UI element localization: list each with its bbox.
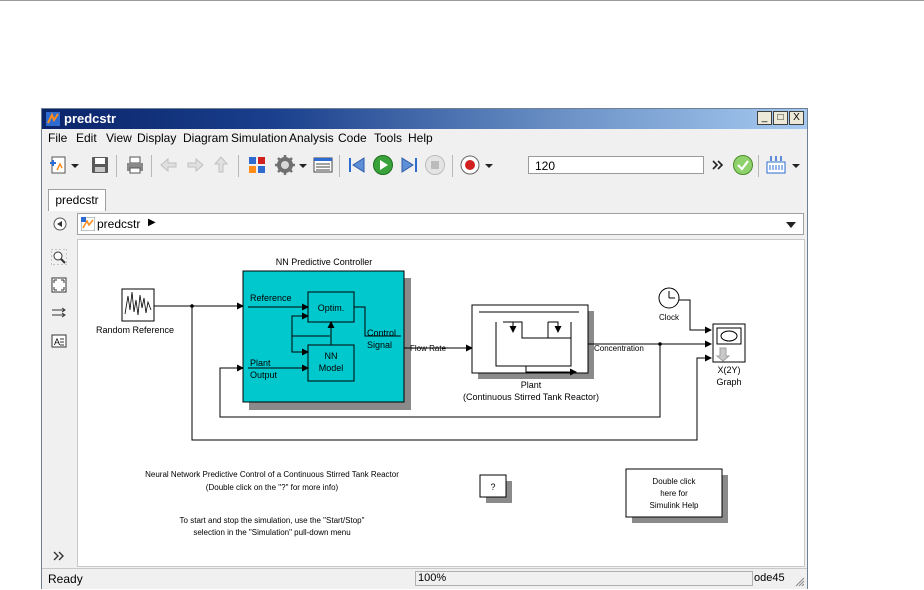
control-label-2: Signal	[367, 340, 392, 350]
up-icon[interactable]	[210, 154, 232, 176]
status-bar: Ready 100% ode45	[42, 568, 807, 589]
info-help-label: ?	[490, 482, 495, 492]
zoom-level: 100%	[415, 571, 753, 586]
route-lines-icon[interactable]	[51, 305, 67, 321]
maximize-button[interactable]: □	[773, 111, 788, 125]
menu-help[interactable]: Help	[408, 131, 433, 145]
toolbar-separator	[116, 155, 117, 177]
check-icon[interactable]	[732, 154, 754, 176]
concentration-label: Concentration	[594, 344, 644, 353]
dropdown-arrow-icon[interactable]	[70, 154, 80, 176]
menu-edit[interactable]: Edit	[76, 131, 97, 145]
nn-model-label-2: Model	[319, 363, 344, 373]
menu-view[interactable]: View	[106, 131, 132, 145]
run-icon[interactable]	[372, 154, 394, 176]
title-bar[interactable]: predcstr _ □ X	[42, 109, 807, 129]
zoom-icon[interactable]	[51, 249, 67, 265]
forward-icon[interactable]	[184, 154, 206, 176]
plant-sublabel: (Continuous Stirred Tank Reactor)	[463, 392, 599, 402]
random-reference-label: Random Reference	[96, 325, 174, 335]
toolbar-separator	[339, 155, 340, 177]
step-forward-icon[interactable]	[398, 154, 420, 176]
chevron-down-icon[interactable]	[786, 221, 796, 229]
minimize-button[interactable]: _	[757, 111, 772, 125]
clock-label: Clock	[659, 313, 680, 322]
reference-label: Reference	[250, 293, 292, 303]
model-explorer-icon[interactable]	[312, 154, 334, 176]
plant-output-label-1: Plant	[250, 358, 271, 368]
breadcrumb-arrow-icon[interactable]: ▶	[148, 217, 156, 228]
stop-icon[interactable]	[424, 154, 446, 176]
dropdown-arrow-icon[interactable]	[791, 154, 801, 176]
more-icon[interactable]	[712, 154, 724, 176]
control-label-1: Control	[367, 328, 396, 338]
model-config-icon[interactable]	[274, 154, 296, 176]
step-back-icon[interactable]	[346, 154, 368, 176]
fit-view-icon[interactable]	[51, 277, 67, 293]
note-title: Neural Network Predictive Control of a C…	[145, 470, 399, 479]
clock-line	[679, 299, 712, 334]
left-palette: A	[42, 237, 76, 569]
build-icon[interactable]	[765, 154, 787, 176]
plant-label: Plant	[521, 380, 542, 390]
svg-text:A: A	[54, 337, 60, 347]
block-diagram: NN Predictive Controller Optim. NN Model…	[96, 257, 746, 537]
menu-simulation[interactable]: Simulation	[231, 131, 287, 145]
library-browser-icon[interactable]	[246, 154, 268, 176]
new-model-icon[interactable]	[48, 154, 70, 176]
window-title: predcstr	[64, 111, 117, 126]
note-start-stop: To start and stop the simulation, use th…	[180, 516, 365, 525]
nn-model-label-1: NN	[325, 351, 338, 361]
menu-diagram[interactable]: Diagram	[183, 131, 228, 145]
menu-display[interactable]: Display	[137, 131, 176, 145]
note-info: (Double click on the "?" for more info)	[206, 483, 339, 492]
breadcrumb-model[interactable]: predcstr	[97, 217, 140, 231]
status-text: Ready	[48, 572, 83, 586]
xy-graph-label-1: X(2Y)	[717, 365, 740, 375]
screen-top-line	[0, 0, 924, 1]
back-icon[interactable]	[158, 154, 180, 176]
address-row: predcstr ▶	[42, 211, 807, 237]
toolbar-separator	[758, 155, 759, 177]
close-button[interactable]: X	[789, 111, 804, 125]
menu-analysis[interactable]: Analysis	[289, 131, 334, 145]
annotation-icon[interactable]: A	[51, 333, 67, 349]
help-box-line-3: Simulink Help	[650, 501, 699, 510]
menu-tools[interactable]: Tools	[374, 131, 402, 145]
expand-palette-icon[interactable]	[52, 549, 66, 563]
menu-bar: File Edit View Display Diagram Simulatio…	[42, 129, 807, 147]
stop-time-input[interactable]: 120	[528, 156, 704, 174]
solver-name[interactable]: ode45	[754, 572, 785, 584]
optim-label: Optim.	[318, 303, 345, 313]
dropdown-arrow-icon[interactable]	[484, 154, 494, 176]
flow-rate-label: Flow Rate	[410, 344, 447, 353]
menu-code[interactable]: Code	[338, 131, 367, 145]
record-icon[interactable]	[459, 154, 481, 176]
help-box-line-2: here for	[660, 489, 688, 498]
tab-bar: predcstr	[42, 187, 807, 211]
resize-grip-icon[interactable]	[793, 575, 805, 587]
simulink-window: predcstr _ □ X File Edit View Display Di…	[41, 108, 808, 589]
model-icon	[81, 217, 95, 231]
toolbar-separator	[238, 155, 239, 177]
toolbar-separator	[452, 155, 453, 177]
help-box-line-1: Double click	[652, 477, 696, 486]
print-icon[interactable]	[124, 154, 146, 176]
hide-browser-icon[interactable]	[52, 216, 68, 232]
toolbar: 120	[42, 147, 807, 188]
plant-output-label-2: Output	[250, 370, 278, 380]
tab-predcstr[interactable]: predcstr	[48, 189, 106, 211]
dropdown-arrow-icon[interactable]	[298, 154, 308, 176]
model-canvas[interactable]: NN Predictive Controller Optim. NN Model…	[77, 239, 805, 567]
controller-title: NN Predictive Controller	[276, 257, 373, 267]
note-menu: selection in the "Simulation" pull-down …	[193, 528, 350, 537]
save-icon[interactable]	[89, 154, 111, 176]
model-path-bar[interactable]: predcstr ▶	[77, 213, 804, 235]
menu-file[interactable]: File	[48, 131, 67, 145]
simulink-app-icon	[46, 112, 60, 126]
xy-graph-label-2: Graph	[716, 377, 741, 387]
toolbar-separator	[151, 155, 152, 177]
